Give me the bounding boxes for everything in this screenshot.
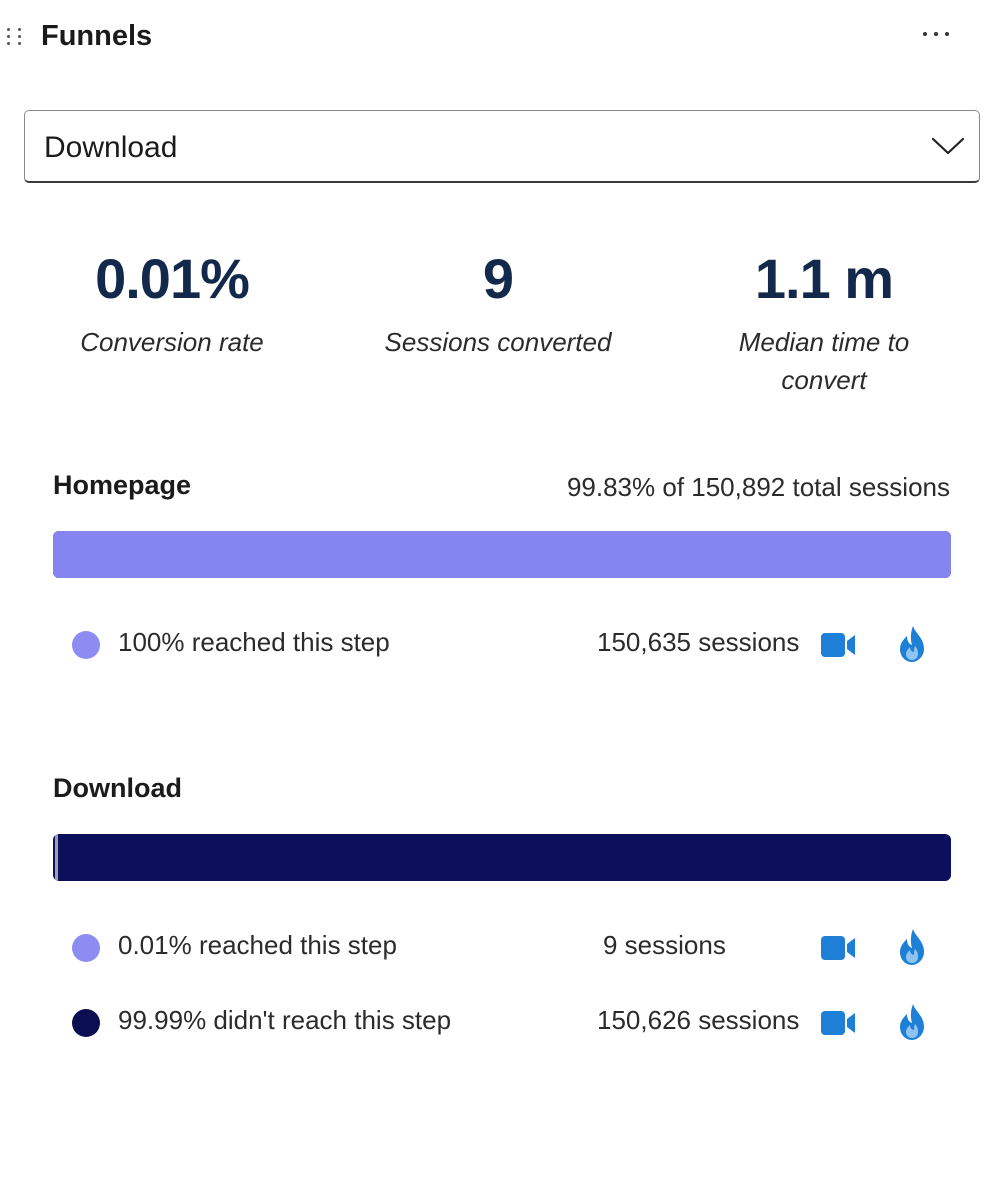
video-camera-icon[interactable]: [821, 934, 857, 962]
step-title-download: Download: [53, 773, 182, 803]
metric-value: 9: [482, 247, 514, 310]
metric-median-time: 1.1 m Median time to convert: [674, 245, 974, 399]
video-camera-icon[interactable]: [821, 631, 857, 659]
flame-icon[interactable]: [897, 625, 927, 663]
metric-label-line2: convert: [781, 365, 867, 395]
legend-row-not-reached: 99.99% didn't reach this step 150,626 se…: [72, 1003, 932, 1043]
legend-sessions: 9 sessions: [603, 930, 726, 960]
metric-label: Conversion rate: [80, 327, 264, 357]
legend-dot-reached: [72, 934, 100, 962]
legend-row-reached: 0.01% reached this step 9 sessions: [72, 928, 932, 968]
metric-label: Median time to convert: [674, 323, 974, 399]
legend-sessions: 150,635 sessions: [597, 627, 800, 657]
flame-icon[interactable]: [897, 928, 927, 966]
step-bar-download: [53, 834, 951, 881]
more-horizontal-icon: [923, 32, 927, 36]
video-camera-icon[interactable]: [821, 1009, 857, 1037]
chevron-down-icon: [931, 137, 965, 155]
drag-handle-icon[interactable]: [6, 26, 24, 50]
card-title: Funnels: [41, 20, 153, 52]
legend-dot-not-reached: [72, 1009, 100, 1037]
bar-reached-marker: [55, 834, 58, 881]
more-options-button[interactable]: [908, 14, 964, 54]
card-header: Funnels: [0, 0, 1000, 76]
flame-icon[interactable]: [897, 1003, 927, 1041]
legend-row-reached: 100% reached this step 150,635 sessions: [72, 625, 932, 665]
legend-text: 0.01% reached this step: [118, 930, 397, 960]
funnel-select-value: Download: [44, 131, 178, 164]
bar-reached-segment: [53, 531, 951, 578]
metric-conversion-rate: 0.01% Conversion rate: [22, 245, 322, 361]
funnel-select[interactable]: Download: [24, 110, 980, 183]
metric-value: 0.01%: [95, 247, 250, 310]
metric-label-line1: Median time to: [738, 327, 910, 357]
metric-sessions-converted: 9 Sessions converted: [348, 245, 648, 361]
funnels-card: Funnels Download 0.01% Conversion rate 9…: [0, 0, 1000, 1180]
metric-value: 1.1 m: [754, 247, 894, 310]
legend-sessions: 150,626 sessions: [597, 1005, 800, 1035]
step-bar-homepage: [53, 531, 951, 578]
step-total-sessions: 99.83% of 150,892 total sessions: [566, 472, 950, 502]
legend-dot-reached: [72, 631, 100, 659]
step-title-homepage: Homepage: [53, 470, 192, 500]
legend-text: 100% reached this step: [118, 627, 390, 657]
metric-label: Sessions converted: [384, 327, 612, 357]
legend-text: 99.99% didn't reach this step: [118, 1005, 452, 1035]
